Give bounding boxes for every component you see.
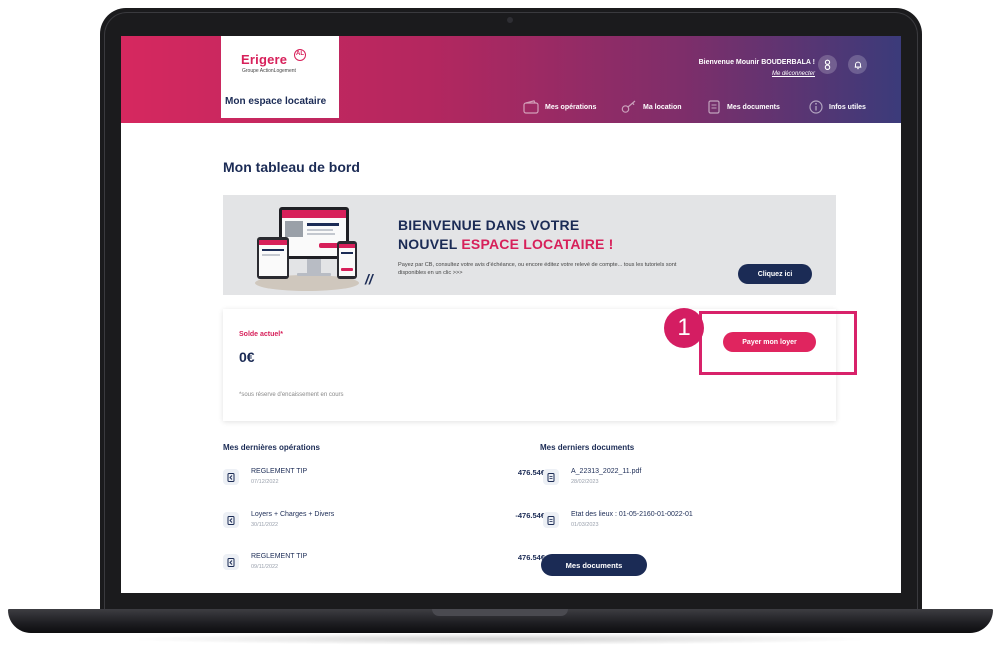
- banner-heading-highlight: ESPACE LOCATAIRE !: [461, 236, 614, 252]
- banner-description: Payez par CB, consultez votre avis d'éch…: [398, 262, 677, 276]
- operation-label: REGLEMENT TIP: [251, 553, 308, 560]
- welcome-banner: // BIENVENUE DANS VOTRE NOUVEL ESPACE LO…: [223, 195, 836, 295]
- brand-badge: AL: [294, 49, 306, 61]
- document-date: 01/03/2023: [571, 522, 599, 528]
- receipt-icon: [223, 469, 239, 485]
- operation-date: 30/11/2022: [251, 522, 279, 528]
- step-number-badge: 1: [664, 308, 704, 348]
- banner-heading-prefix: NOUVEL: [398, 236, 462, 252]
- operations-title: Mes dernières opérations: [223, 443, 320, 452]
- banner-heading-line1: BIENVENUE DANS VOTRE: [398, 217, 580, 233]
- logo-panel[interactable]: Erigere AL Groupe ActionLogement Mon esp…: [221, 36, 339, 118]
- space-title: Mon espace locataire: [225, 96, 327, 107]
- receipt-icon: [223, 554, 239, 570]
- balance-note: *sous réserve d'encaissement en cours: [239, 392, 344, 398]
- document-date: 28/02/2023: [571, 479, 599, 485]
- file-icon: [543, 512, 559, 528]
- operation-row[interactable]: REGLEMENT TIP 09/11/2022 476.54€: [223, 550, 545, 578]
- balance-label: Solde actuel*: [239, 331, 283, 338]
- operation-amount: -476.54€: [515, 511, 545, 520]
- wallet-icon: [523, 100, 539, 114]
- nav-label: Ma location: [643, 103, 682, 111]
- balance-value: 0€: [239, 349, 255, 365]
- operation-amount: 476.54€: [517, 468, 545, 477]
- bell-icon: [854, 61, 861, 69]
- info-icon: [809, 100, 823, 114]
- logout-link[interactable]: Me déconnecter: [772, 71, 815, 77]
- user-icon: [824, 59, 831, 70]
- nav-item-info[interactable]: Infos utiles: [809, 100, 866, 114]
- nav-label: Infos utiles: [829, 103, 866, 111]
- document-row[interactable]: Etat des lieux : 01-05-2160-01-0022-01 0…: [543, 508, 833, 536]
- nav-label: Mes opérations: [545, 103, 597, 111]
- page-title: Mon tableau de bord: [223, 159, 360, 175]
- receipt-icon: [223, 512, 239, 528]
- brand-logo: Erigere: [241, 52, 288, 67]
- laptop-base: [8, 609, 993, 633]
- laptop-mockup: Erigere AL Groupe ActionLogement Mon esp…: [0, 0, 1001, 661]
- document-icon: [708, 100, 720, 114]
- app-header: Erigere AL Groupe ActionLogement Mon esp…: [121, 36, 901, 123]
- my-documents-button[interactable]: Mes documents: [541, 554, 647, 576]
- operation-row[interactable]: REGLEMENT TIP 07/12/2022 476.54€: [223, 465, 545, 493]
- camera-dot: [507, 17, 513, 23]
- operation-label: REGLEMENT TIP: [251, 468, 308, 475]
- banner-cta-button[interactable]: Cliquez ici: [738, 264, 812, 284]
- operation-date: 09/11/2022: [251, 564, 279, 570]
- document-label: A_22313_2022_11.pdf: [571, 468, 642, 475]
- devices-illustration: [255, 207, 359, 291]
- key-icon: [621, 100, 636, 113]
- file-icon: [543, 469, 559, 485]
- document-row[interactable]: A_22313_2022_11.pdf 28/02/2023: [543, 465, 833, 493]
- app-screen: Erigere AL Groupe ActionLogement Mon esp…: [121, 36, 901, 593]
- nav-label: Mes documents: [727, 103, 780, 111]
- document-label: Etat des lieux : 01-05-2160-01-0022-01: [571, 511, 693, 518]
- laptop-shadow: [120, 633, 880, 645]
- nav-item-location[interactable]: Ma location: [621, 100, 682, 114]
- operation-date: 07/12/2022: [251, 479, 279, 485]
- operation-row[interactable]: Loyers + Charges + Divers 30/11/2022 -47…: [223, 508, 545, 536]
- operation-label: Loyers + Charges + Divers: [251, 511, 335, 518]
- documents-title: Mes derniers documents: [540, 443, 635, 452]
- welcome-text: Bienvenue Mounir BOUDERBALA !: [698, 59, 815, 66]
- quote-mark-icon: //: [365, 271, 373, 287]
- notifications-button[interactable]: [848, 55, 867, 74]
- laptop-notch: [432, 609, 568, 616]
- account-button[interactable]: [818, 55, 837, 74]
- annotation-highlight-box: [699, 311, 857, 375]
- brand-group: Groupe ActionLogement: [242, 68, 296, 74]
- nav-item-operations[interactable]: Mes opérations: [523, 100, 596, 114]
- nav-item-documents[interactable]: Mes documents: [707, 100, 780, 114]
- banner-heading-line2: NOUVEL ESPACE LOCATAIRE !: [398, 236, 614, 252]
